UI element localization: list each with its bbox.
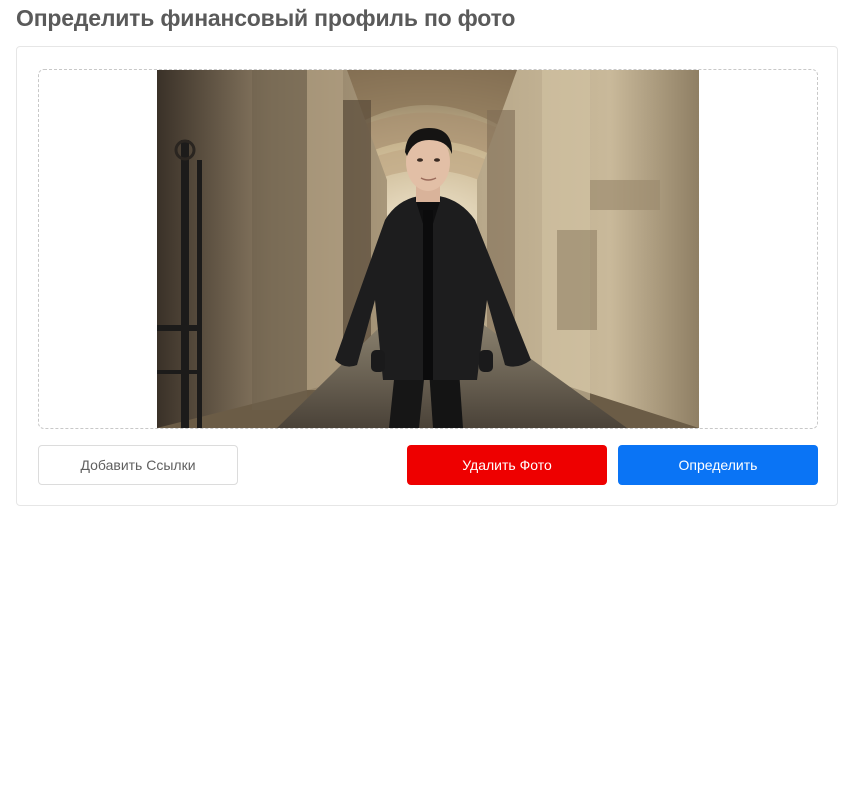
upload-card: Добавить Ссылки Удалить Фото Определить <box>16 46 838 506</box>
photo-illustration <box>157 70 699 428</box>
delete-photo-button[interactable]: Удалить Фото <box>407 445 607 485</box>
page-title: Определить финансовый профиль по фото <box>16 5 516 31</box>
uploaded-photo <box>157 70 699 428</box>
photo-dropzone[interactable] <box>38 69 818 429</box>
detect-button[interactable]: Определить <box>618 445 818 485</box>
add-links-button[interactable]: Добавить Ссылки <box>38 445 238 485</box>
